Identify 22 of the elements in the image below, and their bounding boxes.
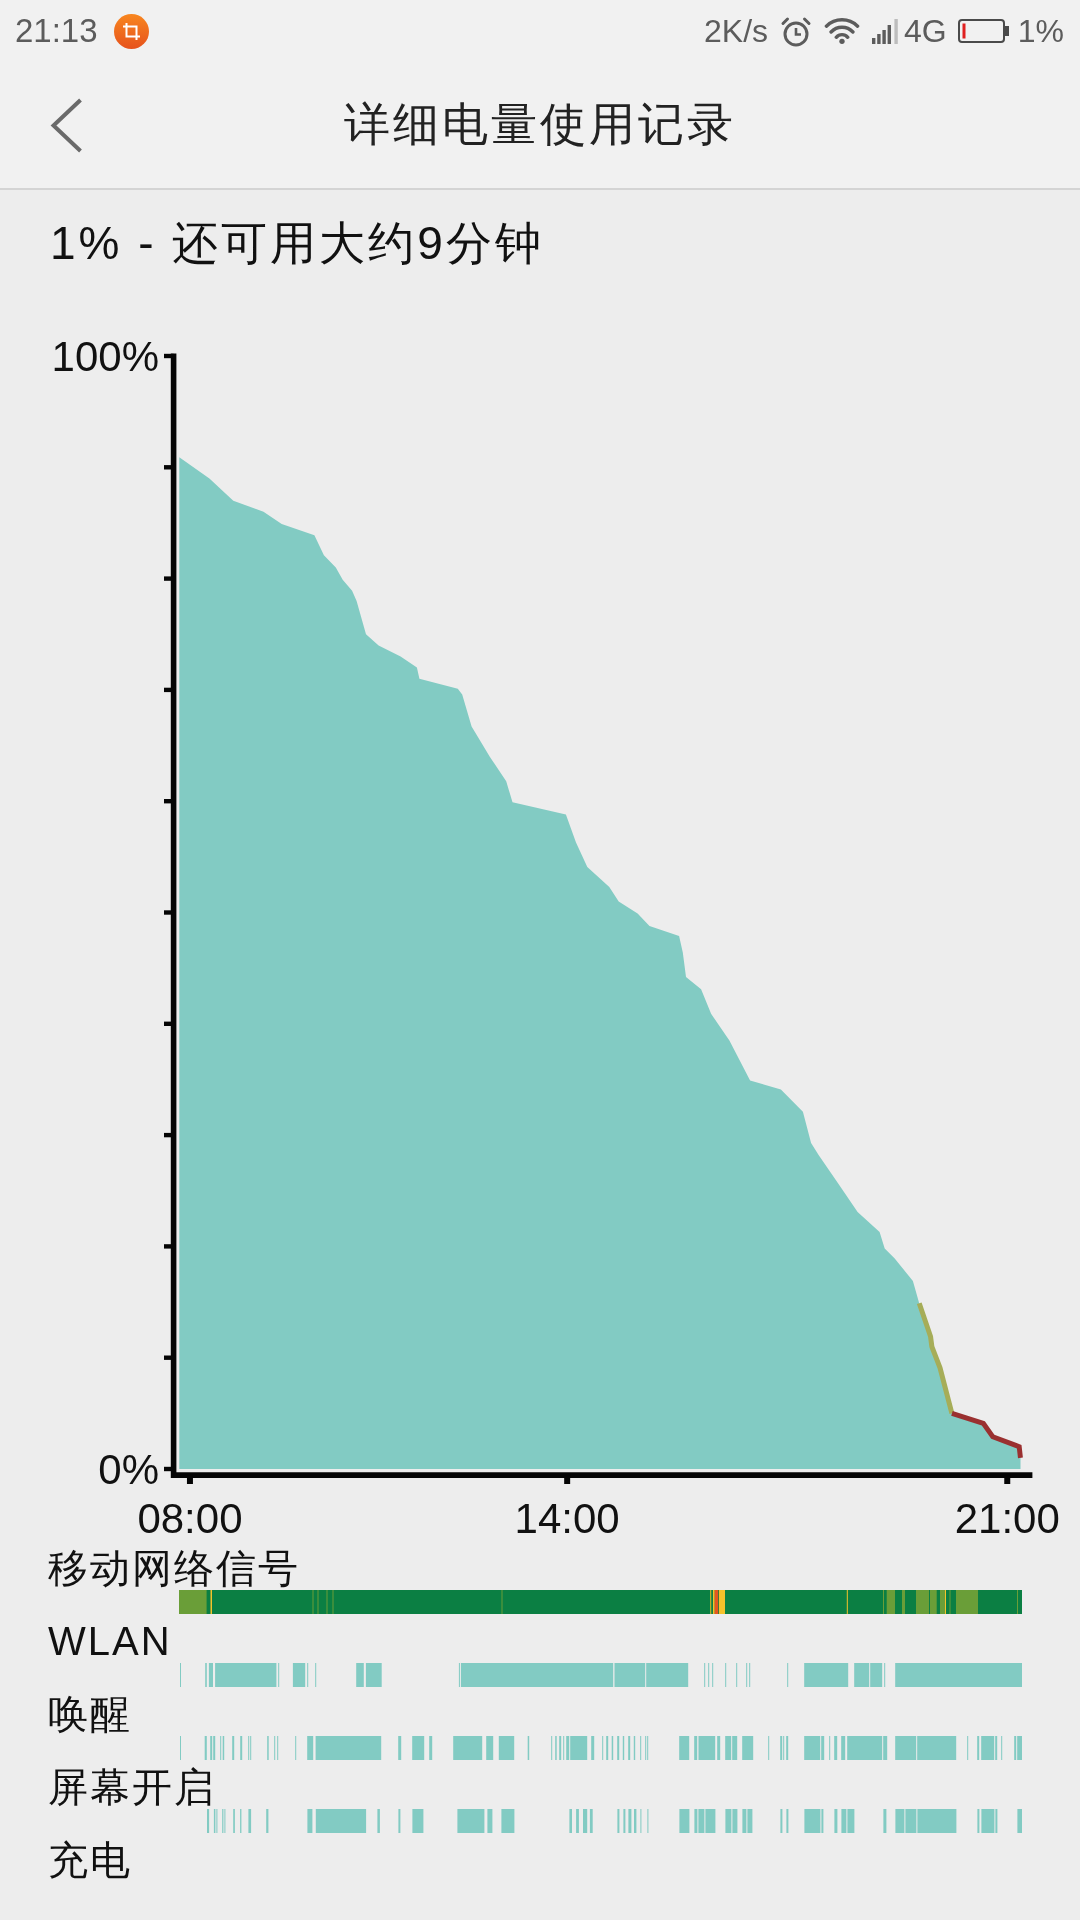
network-speed: 2K/s [704,12,769,50]
y-tick-label: 100% [51,333,159,380]
alarm-clock-icon [780,15,813,47]
crop-icon [113,13,149,49]
x-tick-label: 21:00 [954,1495,1060,1542]
status-time: 21:13 [15,12,98,50]
battery-icon [957,19,1009,43]
timeline-label: WLAN [48,1619,172,1663]
network-type: 4G [904,12,947,50]
timeline-label: 唤醒 [48,1692,132,1736]
signal-bars-icon [872,18,899,44]
back-icon [50,97,83,153]
x-tick-label: 14:00 [514,1495,620,1542]
timeline-label: 屏幕开启 [48,1765,216,1809]
battery-percent: 1% [1017,12,1064,50]
wifi-icon [824,18,861,44]
battery-summary: 1% - 还可用大约9分钟 [50,217,544,269]
y-tick-label: 0% [98,1446,159,1493]
timeline-label: 充电 [48,1838,132,1882]
timeline-label: 移动网络信号 [48,1546,300,1590]
x-tick-label: 08:00 [137,1495,243,1542]
page-title: 详细电量使用记录 [344,97,736,152]
